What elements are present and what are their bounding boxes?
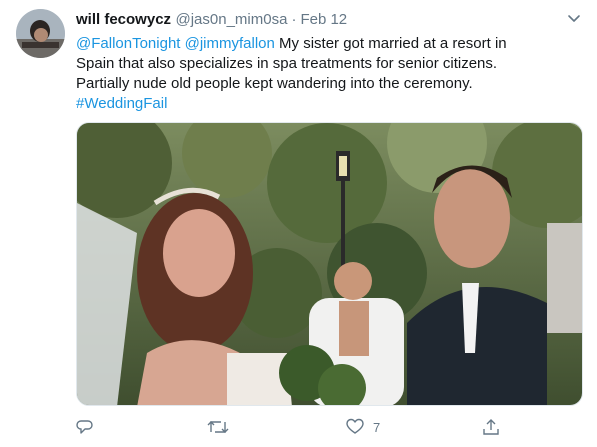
tweet-text: @FallonTonight @jimmyfallon My sister go… — [76, 34, 584, 94]
share-icon — [482, 418, 500, 436]
like-count: 7 — [373, 419, 381, 435]
tweet-text-line-1: @FallonTonight @jimmyfallon My sister go… — [76, 34, 584, 54]
avatar[interactable] — [16, 9, 65, 58]
hashtag-link[interactable]: #WeddingFail — [76, 94, 167, 114]
chevron-down-icon[interactable] — [567, 12, 581, 26]
tweet-text-segment: My sister got married at a resort in — [274, 35, 507, 52]
tweet-date[interactable]: Feb 12 — [300, 11, 347, 28]
mention-link[interactable]: @FallonTonight — [76, 35, 180, 52]
tweet[interactable]: will fecowycz @jas0n_mim0sa · Feb 12 @Fall… — [0, 0, 597, 447]
tweet-text-line-3: Partially nude old people kept wandering… — [76, 75, 473, 92]
author-name[interactable]: will fecowycz — [76, 11, 171, 28]
reply-icon — [76, 418, 94, 436]
tweet-actions: 7 — [76, 416, 516, 438]
like-button[interactable]: 7 — [346, 416, 380, 438]
separator: · — [291, 11, 297, 28]
author-handle[interactable]: @jas0n_mim0sa — [176, 11, 288, 28]
tweet-photo[interactable] — [76, 122, 583, 406]
reply-button[interactable] — [76, 416, 103, 438]
tweet-text-line-2: Spain that also specializes in spa treat… — [76, 55, 498, 72]
retweet-icon — [207, 418, 229, 436]
tweet-header: will fecowycz @jas0n_mim0sa · Feb 12 — [76, 11, 576, 33]
heart-icon — [346, 418, 364, 436]
mention-link[interactable]: @jimmyfallon — [185, 35, 275, 52]
retweet-button[interactable] — [207, 416, 238, 438]
share-button[interactable] — [482, 416, 500, 438]
